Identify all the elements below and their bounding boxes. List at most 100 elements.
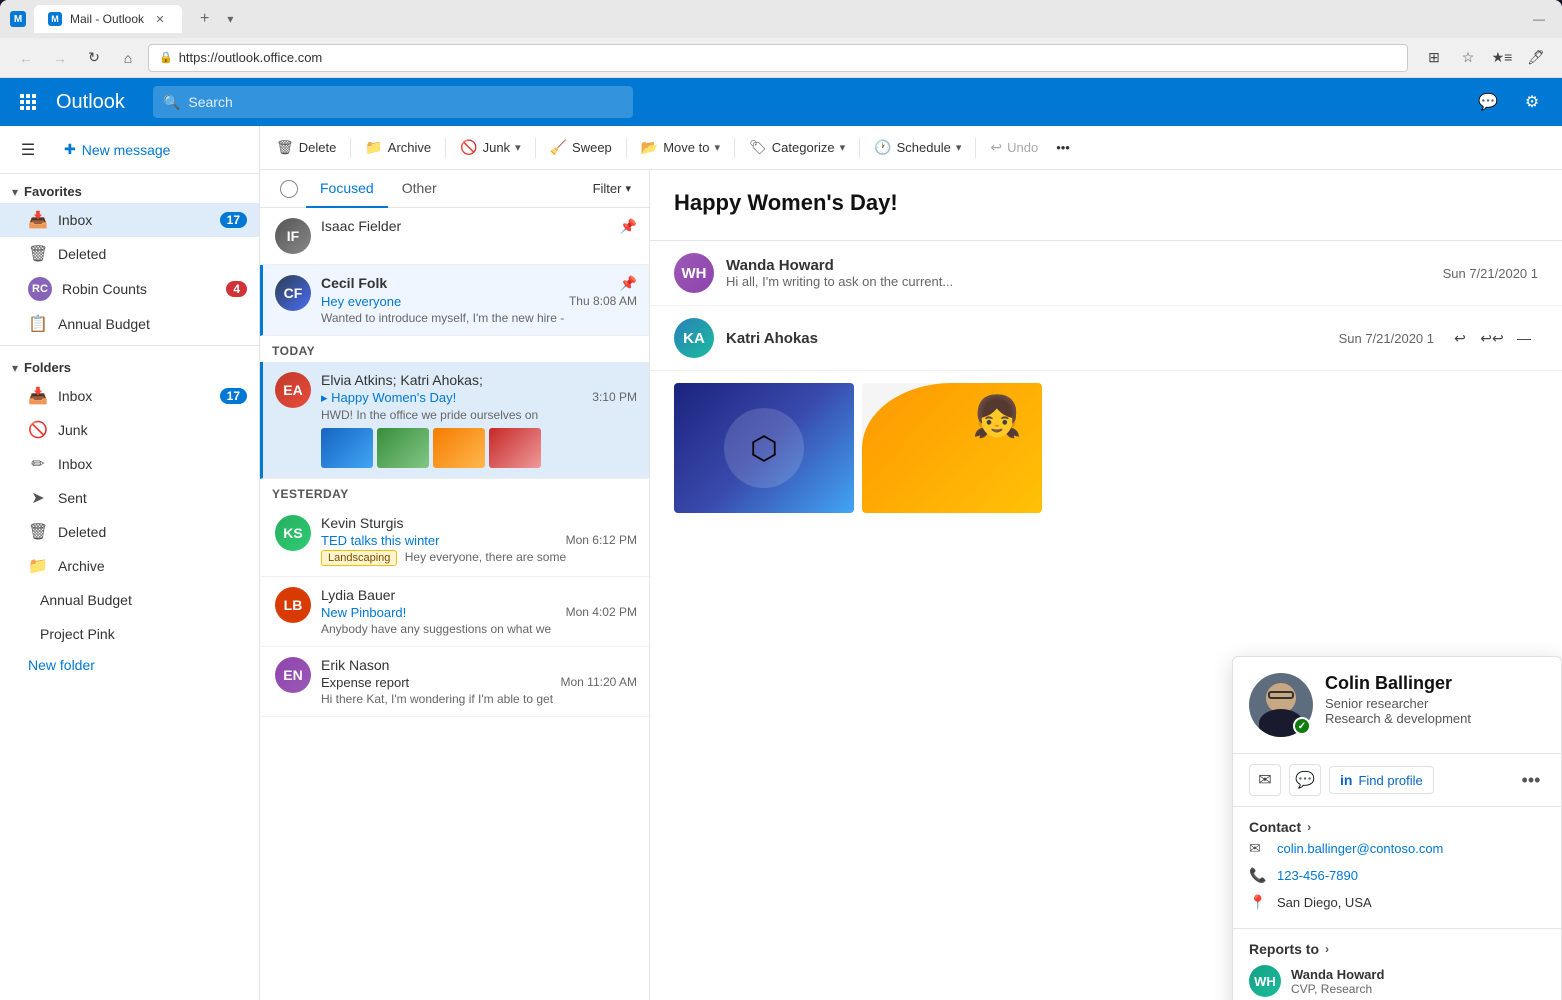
sidebar-item-junk[interactable]: 🚫 Junk — [0, 413, 259, 447]
deleted2-label: Deleted — [58, 524, 247, 540]
sender-name: Isaac Fielder — [321, 218, 401, 234]
filter-button[interactable]: Filter ▾ — [587, 173, 637, 204]
chat-button[interactable]: 💬 — [1470, 84, 1506, 120]
new-folder-button[interactable]: New folder — [0, 651, 259, 679]
robin-counts-badge: 4 — [226, 281, 247, 297]
move-to-icon: 📂 — [641, 139, 658, 156]
reply-button[interactable]: ↩ — [1446, 324, 1474, 352]
new-tab-button[interactable]: + — [190, 6, 219, 32]
find-profile-button[interactable]: in Find profile — [1329, 766, 1434, 794]
categorize-button[interactable]: 🏷 Categorize ▾ — [741, 134, 853, 161]
archive-cmd-icon: 📁 — [365, 139, 382, 156]
other-tab[interactable]: Other — [388, 170, 451, 208]
url-bar[interactable]: https://outlook.office.com — [179, 50, 323, 65]
junk-label: Junk — [483, 140, 510, 155]
list-item[interactable]: EA Elvia Atkins; Katri Ahokas; ▸ Happy W… — [260, 362, 649, 479]
message-subject: TED talks this winter — [321, 533, 439, 548]
contact-section-header[interactable]: Contact › — [1249, 819, 1545, 835]
list-item[interactable]: KS Kevin Sturgis TED talks this winter M… — [260, 505, 649, 577]
pin-icon[interactable]: 📌 — [620, 275, 637, 292]
favorites-button[interactable]: ☆ — [1454, 44, 1482, 72]
folders-label: Folders — [24, 360, 71, 375]
list-item[interactable]: IF Isaac Fielder 📌 — [260, 208, 649, 265]
message-subject: Expense report — [321, 675, 409, 690]
sender-name: Elvia Atkins; Katri Ahokas; — [321, 372, 483, 388]
select-all-checkbox[interactable] — [280, 180, 298, 198]
reader-mode-button[interactable]: ⊞ — [1420, 44, 1448, 72]
reply-all-button[interactable]: ↩↩ — [1478, 324, 1506, 352]
location-icon: 📍 — [1249, 894, 1267, 911]
email-icon: ✉ — [1249, 840, 1267, 857]
new-message-icon: ✚ — [64, 141, 76, 158]
sweep-label: Sweep — [572, 140, 612, 155]
message-subject: Hey everyone — [321, 294, 401, 309]
sidebar-item-inbox-favorites[interactable]: 📥 Inbox 17 — [0, 203, 259, 237]
schedule-icon: 🕐 — [874, 139, 891, 156]
email-sender-row[interactable]: KA Katri Ahokas Sun 7/21/2020 1 ↩ ↩↩ — — [650, 306, 1562, 371]
schedule-label: Schedule — [897, 140, 951, 155]
undo-button[interactable]: ↩ Undo — [982, 134, 1046, 161]
inbox-label: Inbox — [58, 212, 210, 228]
message-thumbnail — [321, 428, 373, 468]
settings-button[interactable]: 🖊 — [1522, 44, 1550, 72]
sidebar-item-archive[interactable]: 📁 Archive — [0, 549, 259, 583]
email-sender-row[interactable]: WH Wanda Howard Hi all, I'm writing to a… — [650, 241, 1562, 306]
undo-icon: ↩ — [990, 139, 1002, 156]
collections-button[interactable]: ★≡ — [1488, 44, 1516, 72]
list-item[interactable]: LB Lydia Bauer New Pinboard! Mon 4:02 PM — [260, 577, 649, 647]
favorites-label: Favorites — [24, 184, 82, 199]
list-item[interactable]: CF Cecil Folk 📌 Hey e — [260, 265, 649, 336]
search-bar[interactable]: 🔍 Search — [153, 86, 633, 118]
waffle-menu-button[interactable] — [12, 86, 44, 118]
section-today: Today — [260, 336, 649, 362]
back-button[interactable]: ← — [12, 44, 40, 72]
sidebar-item-project-pink[interactable]: Project Pink — [0, 617, 259, 651]
project-pink-label: Project Pink — [40, 626, 247, 642]
sidebar-item-deleted2[interactable]: 🗑 Deleted — [0, 515, 259, 549]
tab-dropdown-button[interactable]: ▾ — [227, 12, 233, 26]
profile-more-button[interactable]: ••• — [1517, 766, 1545, 794]
reports-to-section-header[interactable]: Reports to › — [1249, 941, 1545, 957]
sidebar-item-sent[interactable]: ➤ Sent — [0, 481, 259, 515]
send-email-button[interactable]: ✉ — [1249, 764, 1281, 796]
folders-inbox-badge: 17 — [220, 388, 247, 404]
pin-icon[interactable]: 📌 — [620, 218, 637, 235]
more-email-actions-button[interactable]: — — [1510, 324, 1538, 352]
sidebar-item-deleted[interactable]: 🗑 Deleted — [0, 237, 259, 271]
tab-close-button[interactable]: ✕ — [152, 11, 168, 27]
deleted-label: Deleted — [58, 246, 247, 262]
sidebar-item-robin-counts[interactable]: RC Robin Counts 4 — [0, 271, 259, 307]
message-time: Mon 6:12 PM — [566, 533, 637, 547]
focused-tab[interactable]: Focused — [306, 170, 388, 208]
sidebar-item-folders-inbox[interactable]: 📥 Inbox 17 — [0, 379, 259, 413]
hamburger-menu-button[interactable]: ☰ — [12, 134, 44, 166]
minimize-button[interactable]: — — [1526, 6, 1552, 32]
archive-button[interactable]: 📁 Archive — [357, 134, 439, 161]
list-item[interactable]: EN Erik Nason Expense report Mon 11:20 A… — [260, 647, 649, 717]
profile-online-status — [1293, 717, 1311, 735]
sidebar-item-annual-budget2[interactable]: Annual Budget — [0, 583, 259, 617]
tab-label: Mail - Outlook — [70, 12, 144, 26]
profile-department: Research & development — [1325, 711, 1545, 726]
email-image: 👧 — [862, 383, 1042, 513]
sender-name: Cecil Folk — [321, 275, 387, 291]
reload-button[interactable]: ↻ — [80, 44, 108, 72]
schedule-button[interactable]: 🕐 Schedule ▾ — [866, 134, 969, 161]
folders-section-header[interactable]: ▾ Folders — [0, 350, 259, 379]
junk-button[interactable]: 🚫 Junk ▾ — [452, 134, 528, 161]
sidebar-item-inbox2[interactable]: ✏ Inbox — [0, 447, 259, 481]
annual-budget-icon: 📋 — [28, 314, 48, 334]
send-chat-button[interactable]: 💬 — [1289, 764, 1321, 796]
more-actions-button[interactable]: ••• — [1048, 135, 1078, 160]
home-button[interactable]: ⌂ — [114, 44, 142, 72]
filter-label: Filter — [593, 181, 622, 196]
forward-button[interactable]: → — [46, 44, 74, 72]
move-to-button[interactable]: 📂 Move to ▾ — [633, 134, 728, 161]
settings-gear-button[interactable]: ⚙ — [1514, 84, 1550, 120]
sender-name: Wanda Howard — [726, 257, 1431, 274]
new-message-button[interactable]: ✚ New message — [52, 135, 182, 164]
favorites-section-header[interactable]: ▾ Favorites — [0, 174, 259, 203]
sidebar-item-annual-budget[interactable]: 📋 Annual Budget — [0, 307, 259, 341]
sweep-button[interactable]: 🧹 Sweep — [542, 134, 620, 161]
delete-button[interactable]: 🗑 Delete — [268, 134, 344, 161]
